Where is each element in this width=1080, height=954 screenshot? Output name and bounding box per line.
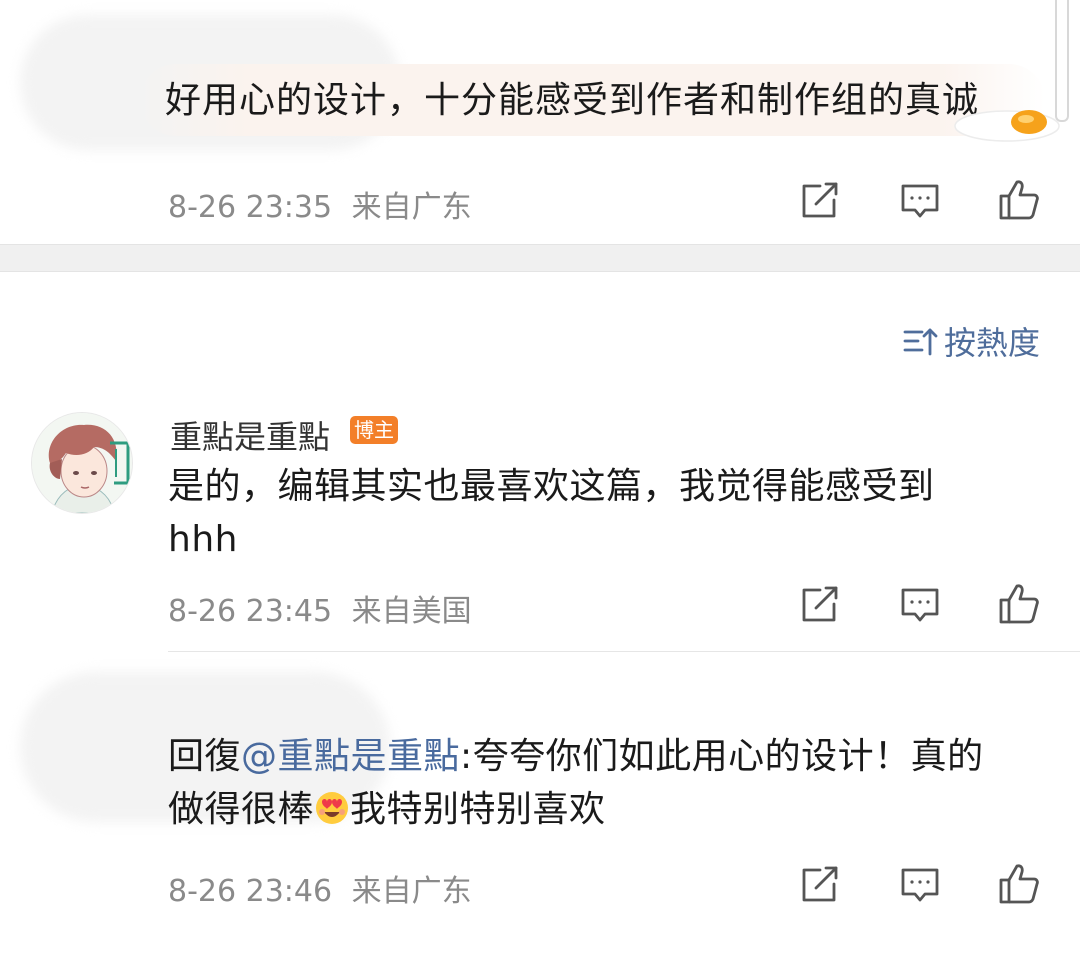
comment-text: 是的，编辑其实也最喜欢这篇，我觉得能感受到 hhh <box>168 460 1048 566</box>
comment-text: 回復@重點是重點:夸夸你们如此用心的设计！真的 做得很棒 我特别特别喜欢 <box>168 730 1058 836</box>
comment-text-line: hhh <box>168 519 238 560</box>
sort-label: 按熱度 <box>944 324 1041 362</box>
comment-meta: 8-26 23:46 来自广东 <box>168 866 472 910</box>
heart-eyes-emoji-icon <box>314 788 350 824</box>
thumbs-up-icon[interactable] <box>998 582 1040 624</box>
sort-icon <box>902 323 938 359</box>
mention-link[interactable]: @重點是重點 <box>241 736 460 777</box>
comment-location: 来自广东 <box>351 874 472 909</box>
fried-egg-sticker-icon <box>952 100 1062 144</box>
comment-text-line: 做得很棒 我特别特别喜欢 <box>168 783 1058 836</box>
reply-text: :夸夸你们如此用心的设计！真的 <box>460 736 984 777</box>
comment-separator <box>168 651 1080 652</box>
scrollbar[interactable] <box>1055 0 1069 122</box>
share-icon[interactable] <box>798 180 840 222</box>
comment-time: 8-26 23:46 <box>168 874 333 909</box>
avatar[interactable] <box>31 412 133 514</box>
comment-location: 来自美国 <box>351 594 472 629</box>
share-icon[interactable] <box>798 584 840 626</box>
share-icon[interactable] <box>798 864 840 906</box>
comment-author[interactable]: 重點是重點 <box>170 412 330 458</box>
comment-icon[interactable] <box>899 584 941 626</box>
comment-text-line: 回復@重點是重點:夸夸你们如此用心的设计！真的 <box>168 730 1058 783</box>
comment-icon[interactable] <box>899 864 941 906</box>
comment-text: 好用心的设计，十分能感受到作者和制作组的真诚 <box>165 80 980 121</box>
comment-text-line: 是的，编辑其实也最喜欢这篇，我觉得能感受到 <box>168 466 935 507</box>
section-divider <box>0 244 1080 272</box>
comment-time: 8-26 23:35 <box>168 190 333 225</box>
comment-meta: 8-26 23:35 来自广东 <box>168 182 472 226</box>
thumbs-up-icon[interactable] <box>998 862 1040 904</box>
author-badge: 博主 <box>350 416 398 444</box>
reply-text: 我特别特别喜欢 <box>350 789 606 830</box>
comment-icon[interactable] <box>899 180 941 222</box>
reply-prefix: 回復 <box>168 736 242 777</box>
sort-by-heat-button[interactable]: 按熱度 <box>902 318 1040 364</box>
reply-text: 做得很棒 <box>168 789 315 830</box>
comment-time: 8-26 23:45 <box>168 594 333 629</box>
thumbs-up-icon[interactable] <box>998 178 1040 220</box>
comment-meta: 8-26 23:45 来自美国 <box>168 586 472 630</box>
comment-location: 来自广东 <box>351 190 472 225</box>
